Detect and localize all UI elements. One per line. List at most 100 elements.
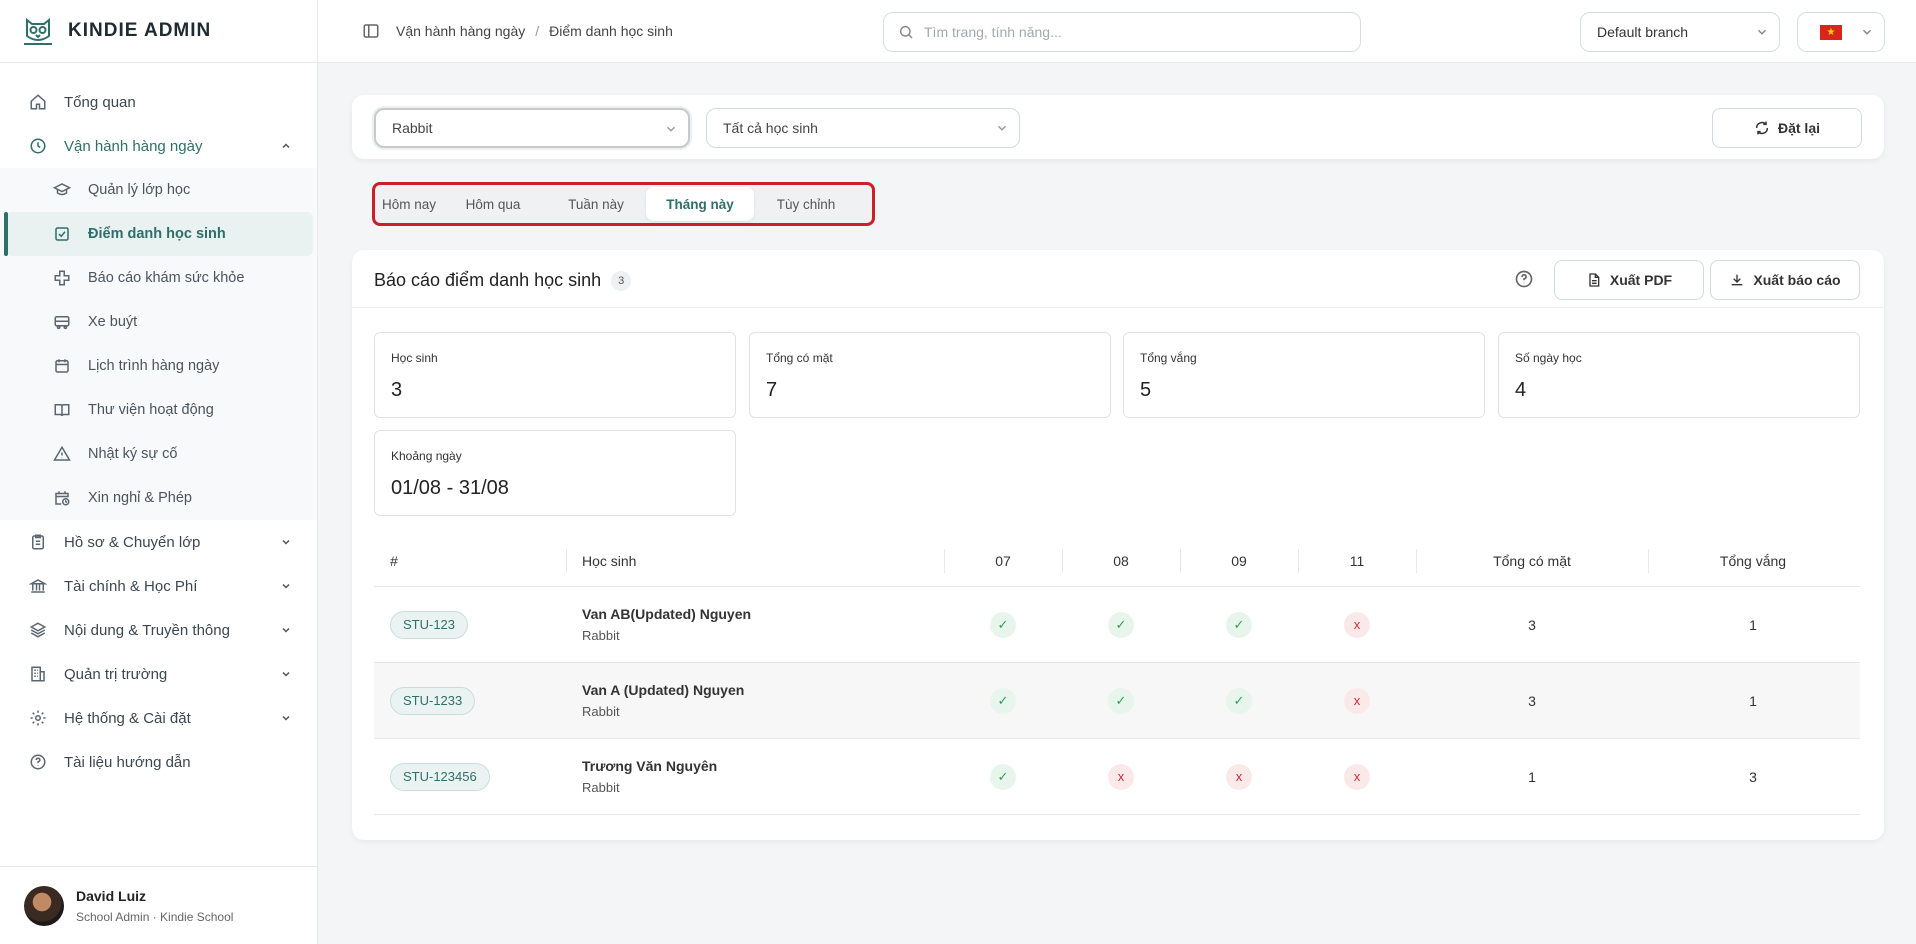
sidebar-item-leave[interactable]: Xin nghỉ & Phép bbox=[0, 476, 317, 520]
daily-ops-submenu: Quản lý lớp học Điểm danh học sinh Báo c… bbox=[0, 168, 317, 520]
stat-label: Khoảng ngày bbox=[391, 449, 462, 463]
cell-day: x bbox=[1298, 687, 1416, 714]
total-absent-value: 1 bbox=[1749, 616, 1757, 633]
chevron-down-icon[interactable] bbox=[277, 577, 295, 595]
stat-value: 7 bbox=[766, 379, 778, 401]
class-select-value: Rabbit bbox=[392, 120, 433, 136]
chevron-up-icon[interactable] bbox=[277, 137, 295, 155]
table-row[interactable]: STU-123 Van AB(Updated) Nguyen Rabbit ✓ ✓ ✓ x 3… bbox=[374, 587, 1860, 663]
chevron-down-icon[interactable] bbox=[277, 709, 295, 727]
sidebar-item-label: Thư viện hoạt động bbox=[88, 402, 214, 418]
export-pdf-button[interactable]: Xuất PDF bbox=[1554, 260, 1704, 300]
sidebar-toggle-icon[interactable] bbox=[362, 22, 380, 40]
medical-cross-icon bbox=[52, 268, 72, 288]
sidebar-item-bus[interactable]: Xe buýt bbox=[0, 300, 317, 344]
sidebar-item-label: Điểm danh học sinh bbox=[88, 226, 226, 242]
help-icon[interactable] bbox=[1514, 269, 1534, 289]
sidebar-item-class-mgmt[interactable]: Quản lý lớp học bbox=[0, 168, 317, 212]
building-icon bbox=[28, 664, 48, 684]
stat-card-school-days: Số ngày học 4 bbox=[1498, 332, 1860, 418]
reset-button[interactable]: Đặt lại bbox=[1712, 108, 1862, 148]
student-code-badge[interactable]: STU-1233 bbox=[390, 686, 476, 715]
sidebar-item-activity-library[interactable]: Thư viện hoạt động bbox=[0, 388, 317, 432]
table-row[interactable]: STU-1233 Van A (Updated) Nguyen Rabbit ✓ ✓ ✓ x… bbox=[374, 663, 1860, 739]
search-icon bbox=[898, 24, 914, 40]
branch-select[interactable]: Default branch bbox=[1580, 12, 1780, 52]
search-input[interactable] bbox=[924, 24, 1344, 40]
attendance-table: # Học sinh 07 08 09 11 Tổng có mặt Tổng … bbox=[374, 535, 1860, 815]
class-select[interactable]: Rabbit bbox=[374, 108, 690, 148]
sidebar-item-label: Báo cáo khám sức khỏe bbox=[88, 270, 245, 286]
calendar-icon bbox=[52, 356, 72, 376]
tab-yesterday[interactable]: Hôm qua bbox=[440, 187, 546, 221]
chevron-down-icon[interactable] bbox=[277, 621, 295, 639]
breadcrumb: Vận hành hàng ngày / Điểm danh học sinh bbox=[362, 22, 673, 40]
cell-day: x bbox=[1298, 611, 1416, 638]
language-select[interactable]: ★ bbox=[1797, 12, 1885, 52]
breadcrumb-item[interactable]: Vận hành hàng ngày bbox=[396, 23, 525, 39]
reset-label: Đặt lại bbox=[1777, 120, 1820, 136]
sidebar-nav: Tổng quan Vận hành hàng ngày Quản lý lớp… bbox=[0, 80, 317, 784]
chevron-down-icon bbox=[995, 121, 1009, 135]
sidebar-item-health[interactable]: Báo cáo khám sức khỏe bbox=[0, 256, 317, 300]
tab-today[interactable]: Hôm nay bbox=[378, 187, 440, 221]
sidebar-item-daily-ops[interactable]: Vận hành hàng ngày bbox=[0, 124, 317, 168]
sidebar-item-docs[interactable]: Tài liệu hướng dẫn bbox=[0, 740, 317, 784]
student-code-badge[interactable]: STU-123456 bbox=[390, 762, 490, 791]
sidebar-item-incident-log[interactable]: Nhật ký sự cố bbox=[0, 432, 317, 476]
sidebar-item-profiles[interactable]: Hồ sơ & Chuyển lớp bbox=[0, 520, 317, 564]
attendance-report: Báo cáo điểm danh học sinh 3 Xuất PDF Xu… bbox=[352, 250, 1884, 840]
breadcrumb-separator: / bbox=[535, 23, 540, 39]
cell-total-present: 1 bbox=[1416, 769, 1648, 785]
clipboard-icon bbox=[28, 532, 48, 552]
search-box[interactable] bbox=[883, 12, 1361, 52]
total-present-value: 3 bbox=[1528, 616, 1536, 633]
report-title-text: Báo cáo điểm danh học sinh bbox=[374, 270, 602, 290]
student-code-badge[interactable]: STU-123 bbox=[390, 610, 469, 639]
cell-total-present: 3 bbox=[1416, 617, 1648, 633]
column-header-student: Học sinh bbox=[566, 535, 944, 587]
chevron-down-icon[interactable] bbox=[277, 533, 295, 551]
student-select[interactable]: Tất cả học sinh bbox=[706, 108, 1020, 148]
column-header-day: 11 bbox=[1298, 535, 1416, 587]
user-role: School Admin · Kindie School bbox=[76, 909, 234, 924]
sidebar-item-system[interactable]: Hệ thống & Cài đặt bbox=[0, 696, 317, 740]
sidebar-item-school-admin[interactable]: Quản trị trường bbox=[0, 652, 317, 696]
tab-this-month[interactable]: Tháng này bbox=[646, 187, 754, 221]
cell-code: STU-123456 bbox=[374, 762, 566, 791]
bus-icon bbox=[52, 312, 72, 332]
user-profile[interactable]: David Luiz School Admin · Kindie School bbox=[0, 866, 317, 944]
sidebar-item-label: Nhật ký sự cố bbox=[88, 446, 178, 462]
cell-day: ✓ bbox=[1062, 687, 1180, 714]
sidebar-item-content[interactable]: Nội dung & Truyền thông bbox=[0, 608, 317, 652]
chevron-down-icon[interactable] bbox=[277, 665, 295, 683]
chevron-down-icon bbox=[1755, 25, 1769, 39]
cell-code: STU-1233 bbox=[374, 686, 566, 715]
sidebar-item-schedule[interactable]: Lịch trình hàng ngày bbox=[0, 344, 317, 388]
total-absent-value: 3 bbox=[1749, 768, 1757, 785]
sidebar-item-finance[interactable]: Tài chính & Học Phí bbox=[0, 564, 317, 608]
file-icon bbox=[1586, 272, 1602, 288]
sidebar-item-attendance[interactable]: Điểm danh học sinh bbox=[4, 212, 313, 256]
column-header-total-present: Tổng có mặt bbox=[1416, 535, 1648, 587]
sidebar: KINDIE ADMIN Tổng quan Vận hành hàng ngà… bbox=[0, 0, 318, 944]
stat-label: Học sinh bbox=[391, 351, 438, 365]
stat-label: Số ngày học bbox=[1515, 351, 1582, 365]
vietnam-flag-icon: ★ bbox=[1820, 25, 1842, 40]
export-report-label: Xuất báo cáo bbox=[1753, 272, 1841, 288]
help-circle-icon bbox=[28, 752, 48, 772]
report-header: Báo cáo điểm danh học sinh 3 Xuất PDF Xu… bbox=[352, 250, 1884, 308]
export-report-button[interactable]: Xuất báo cáo bbox=[1710, 260, 1860, 300]
top-header: Vận hành hàng ngày / Điểm danh học sinh … bbox=[318, 0, 1916, 63]
student-class: Rabbit bbox=[582, 780, 620, 795]
table-row[interactable]: STU-123456 Trương Văn Nguyên Rabbit ✓ x x x 1 3 bbox=[374, 739, 1860, 815]
stat-value: 4 bbox=[1515, 379, 1527, 401]
tab-this-week[interactable]: Tuần này bbox=[546, 187, 646, 221]
sidebar-item-overview[interactable]: Tổng quan bbox=[0, 80, 317, 124]
student-class: Rabbit bbox=[582, 704, 620, 719]
cell-student: Van A (Updated) Nguyen Rabbit bbox=[566, 682, 944, 719]
refresh-icon bbox=[1754, 120, 1770, 136]
tab-custom[interactable]: Tùy chỉnh bbox=[754, 187, 858, 221]
filter-bar: Rabbit Tất cả học sinh Đặt lại bbox=[352, 95, 1884, 159]
column-header-day: 09 bbox=[1180, 535, 1298, 587]
